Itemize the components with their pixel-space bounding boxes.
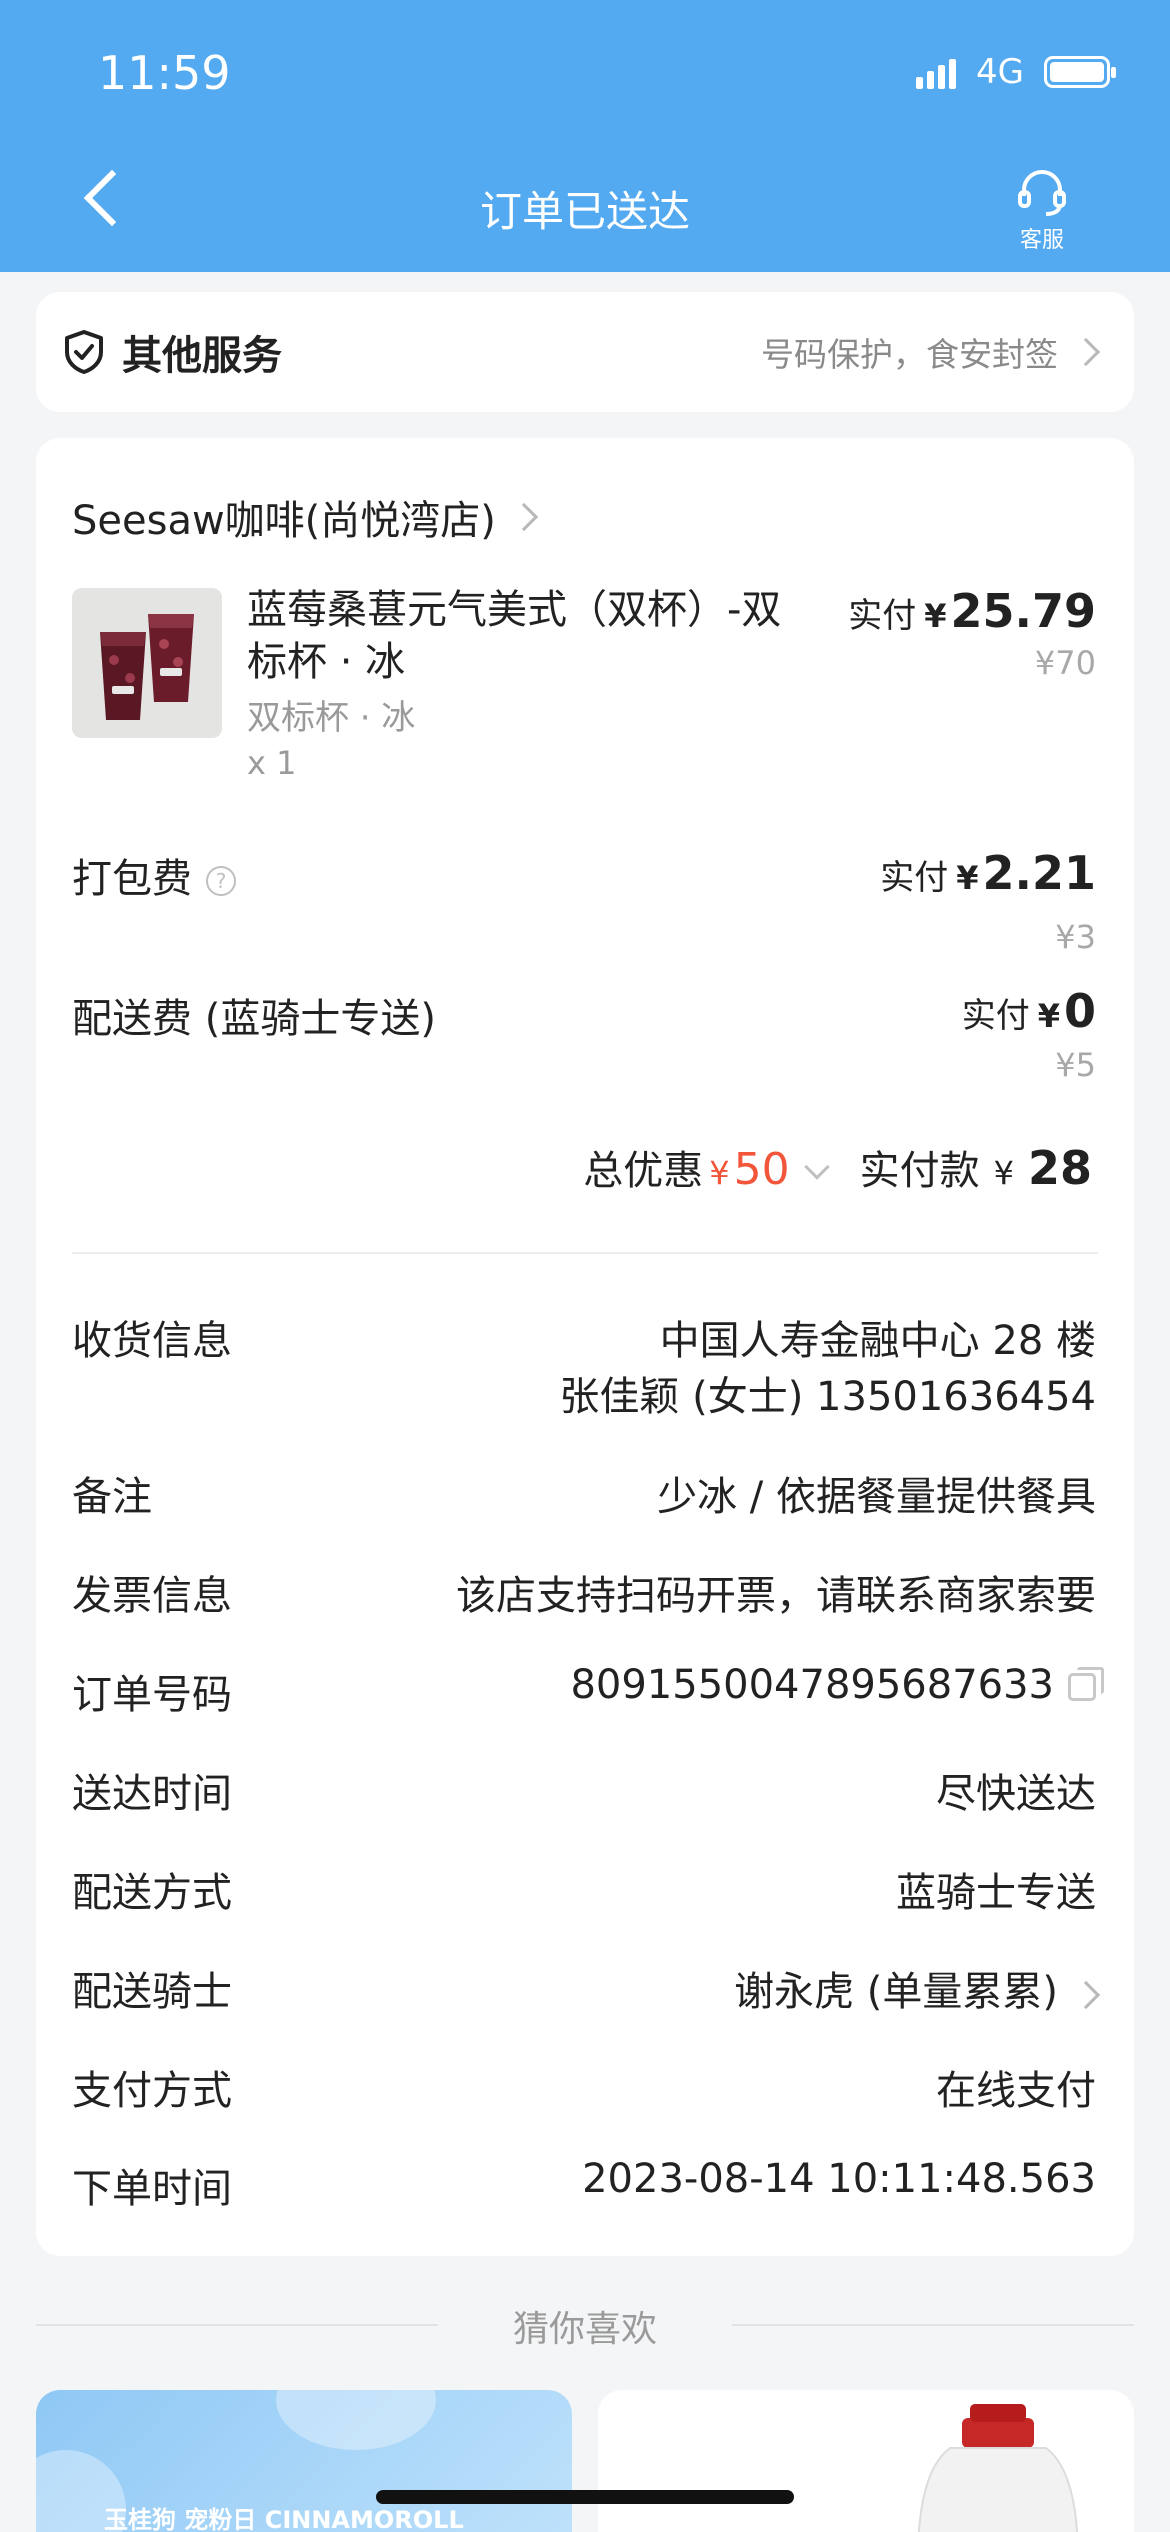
water-bottle-image bbox=[917, 2404, 1079, 2532]
currency-symbol: ¥ bbox=[1037, 997, 1060, 1035]
order-number-label: 订单号码 bbox=[72, 1672, 232, 1718]
pay-currency: ¥ bbox=[993, 1154, 1014, 1192]
remark-label: 备注 bbox=[72, 1474, 152, 1520]
pay-label: 实付款 bbox=[859, 1148, 980, 1194]
packing-fee-original: ¥3 bbox=[1055, 918, 1096, 956]
rider-link[interactable]: 谢永虎 (单量累累) bbox=[734, 1959, 1101, 2017]
delivery-fee-amount: 0 bbox=[1063, 984, 1096, 1038]
rider-value: 谢永虎 (单量累累) bbox=[734, 1969, 1058, 2015]
delivery-method-label: 配送方式 bbox=[72, 1870, 232, 1916]
pay-amount: 28 bbox=[1027, 1141, 1092, 1195]
recommend-title: 猜你喜欢 bbox=[512, 2309, 657, 2350]
shop-name: Seesaw咖啡(尚悦湾店) bbox=[72, 498, 496, 544]
recommend-card[interactable] bbox=[598, 2390, 1134, 2532]
divider bbox=[732, 2324, 1134, 2326]
other-services-subtitle: 号码保护，食安封签 bbox=[761, 335, 1058, 374]
decoration bbox=[276, 2390, 436, 2450]
paid-label: 实付 bbox=[880, 858, 949, 898]
chevron-right-icon bbox=[509, 502, 539, 532]
payment-method-value: 在线支付 bbox=[936, 2068, 1096, 2114]
other-services-title: 其他服务 bbox=[122, 333, 282, 379]
order-time-value: 2023-08-14 10:11:48.563 bbox=[582, 2156, 1096, 2202]
item-image[interactable] bbox=[72, 588, 222, 738]
payment-method-label: 支付方式 bbox=[72, 2068, 232, 2114]
status-time: 11:59 bbox=[98, 46, 231, 100]
other-services-row[interactable]: 其他服务 号码保护，食安封签 bbox=[36, 292, 1134, 412]
currency-symbol: ¥ bbox=[924, 597, 947, 635]
item-name: 蓝莓桑葚元气美式（双杯）-双标杯 · 冰 bbox=[247, 587, 782, 685]
currency-symbol: ¥ bbox=[956, 859, 979, 897]
discount-amount: 50 bbox=[733, 1144, 790, 1195]
paid-label: 实付 bbox=[848, 596, 917, 636]
delivery-method-value: 蓝骑士专送 bbox=[896, 1870, 1096, 1916]
customer-service-button[interactable]: 客服 bbox=[1002, 170, 1082, 254]
chevron-down-icon[interactable] bbox=[803, 1154, 830, 1180]
rider-label: 配送骑士 bbox=[72, 1969, 232, 2015]
delivery-fee-paid: 实付 ¥ 0 bbox=[962, 984, 1096, 1038]
chevron-right-icon bbox=[1071, 337, 1101, 367]
paid-label: 实付 bbox=[961, 996, 1030, 1036]
divider bbox=[72, 1252, 1098, 1254]
packing-fee-amount: 2.21 bbox=[982, 846, 1097, 900]
delivery-fee-label: 配送费 (蓝骑士专送) bbox=[72, 996, 436, 1042]
shop-name-link[interactable]: Seesaw咖啡(尚悦湾店) bbox=[72, 488, 539, 546]
headset-icon bbox=[1018, 170, 1066, 216]
remark-value: 少冰 / 依据餐量提供餐具 bbox=[657, 1474, 1096, 1520]
discount-currency: ¥ bbox=[709, 1154, 730, 1192]
item-original-price: ¥70 bbox=[1034, 644, 1096, 682]
battery-icon bbox=[1044, 56, 1116, 88]
packing-fee-paid: 实付 ¥ 2.21 bbox=[880, 846, 1096, 900]
network-type: 4G bbox=[976, 52, 1024, 92]
address-line2: 张佳颖 (女士) 13501636454 bbox=[559, 1374, 1096, 1420]
item-quantity: x 1 bbox=[247, 744, 297, 782]
top-bar: 11:59 4G 订单已送达 客服 bbox=[0, 0, 1170, 272]
address-label: 收货信息 bbox=[72, 1318, 232, 1364]
copy-icon[interactable] bbox=[1068, 1667, 1104, 1701]
item-paid: 实付 ¥ 25.79 bbox=[848, 584, 1096, 638]
invoice-label: 发票信息 bbox=[72, 1573, 232, 1619]
recommend-card[interactable]: 玉桂狗 宠粉日 CINNAMOROLL bbox=[36, 2390, 572, 2532]
totals-row: 总优惠 ¥ 50 实付款 ¥ 28 bbox=[583, 1138, 1092, 1196]
help-icon[interactable]: ? bbox=[206, 866, 236, 896]
shield-check-icon bbox=[65, 330, 103, 374]
signal-icon bbox=[916, 55, 957, 89]
order-number-row: 8091550047895687633 bbox=[570, 1662, 1104, 1708]
discount-label: 总优惠 bbox=[583, 1148, 704, 1194]
chevron-right-icon bbox=[1071, 1980, 1101, 2010]
page-title: 订单已送达 bbox=[479, 187, 690, 236]
home-indicator bbox=[376, 2490, 794, 2504]
arrival-time-value: 尽快送达 bbox=[936, 1771, 1096, 1817]
arrival-time-label: 送达时间 bbox=[72, 1771, 232, 1817]
order-time-label: 下单时间 bbox=[72, 2166, 232, 2212]
recommend-card-text: 玉桂狗 宠粉日 CINNAMOROLL bbox=[104, 2506, 464, 2532]
status-icons: 4G bbox=[916, 52, 1116, 92]
item-paid-amount: 25.79 bbox=[950, 584, 1096, 638]
delivery-fee-original: ¥5 bbox=[1055, 1046, 1096, 1084]
item-spec: 双标杯 · 冰 bbox=[247, 698, 416, 738]
packing-fee-label: 打包费? bbox=[72, 846, 236, 904]
order-number-value: 8091550047895687633 bbox=[570, 1662, 1054, 1708]
invoice-value: 该店支持扫码开票，请联系商家索要 bbox=[456, 1573, 1096, 1619]
customer-service-label: 客服 bbox=[1019, 228, 1064, 253]
address-line1: 中国人寿金融中心 28 楼 bbox=[659, 1318, 1096, 1364]
order-card: Seesaw咖啡(尚悦湾店) 蓝莓桑葚元气美式（双杯）-双标杯 · 冰 双标杯 … bbox=[36, 438, 1134, 2256]
